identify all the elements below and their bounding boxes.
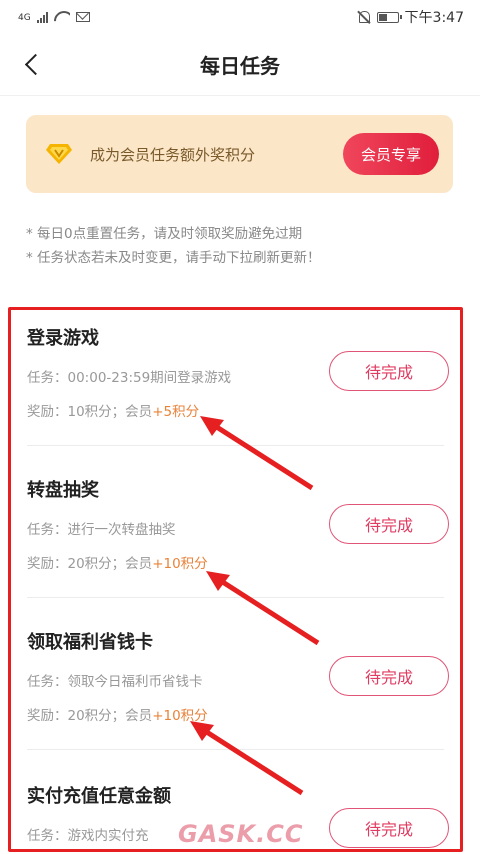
divider [27,445,444,446]
task-status-button[interactable]: 待完成 [329,808,449,848]
reward-bonus: +10积分 [152,708,208,724]
watermark: GASK.CC [178,820,304,848]
network-label: 4G [18,13,31,23]
nav-bar: 每日任务 [0,34,480,96]
task-title: 实付充值任意金额 [27,786,171,807]
battery-level [378,13,387,21]
reward-bonus: +10积分 [152,556,208,572]
note-line: * 任务状态若未及时变更，请手动下拉刷新更新！ [26,250,321,266]
task-item: 转盘抽奖 任务：进行一次转盘抽奖 奖励：20积分；会员+10积分 待完成 [27,476,449,572]
page-title: 每日任务 [200,54,280,78]
task-status-button[interactable]: 待完成 [329,504,449,544]
task-title: 转盘抽奖 [27,480,99,501]
wifi-icon [54,11,70,23]
divider [27,749,444,750]
vip-exclusive-button[interactable]: 会员专享 [343,133,439,175]
battery-icon [376,11,402,23]
divider [27,597,444,598]
vip-banner: 成为会员任务额外奖积分 会员专享 [26,115,453,193]
task-status-button[interactable]: 待完成 [329,656,449,696]
reward-bonus: +5积分 [152,404,200,420]
status-bar: 4G 下午3:47 [0,0,480,34]
note-line: * 每日0点重置任务，请及时领取奖励避免过期 [26,226,303,242]
reward-text: 奖励：10积分；会员 [27,404,153,420]
mute-icon [357,10,371,24]
reward-text: 奖励：20积分；会员 [27,556,153,572]
clock: 下午3:47 [404,10,464,26]
task-reward: 奖励：10积分；会员+5积分 [27,400,447,420]
task-item: 登录游戏 任务：00:00-23:59期间登录游戏 奖励：10积分；会员+5积分… [27,324,449,420]
reward-text: 奖励：20积分；会员 [27,708,153,724]
notes: * 每日0点重置任务，请及时领取奖励避免过期 * 任务状态若未及时变更，请手动下… [26,222,321,270]
task-reward: 奖励：20积分；会员+10积分 [27,552,447,572]
task-status-button[interactable]: 待完成 [329,351,449,391]
back-button[interactable] [22,52,46,76]
task-title: 领取福利省钱卡 [27,632,153,653]
task-list-highlight: 登录游戏 任务：00:00-23:59期间登录游戏 奖励：10积分；会员+5积分… [8,307,463,852]
signal-icon [36,11,48,23]
vip-diamond-icon [46,143,72,165]
status-right: 下午3:47 [357,7,464,27]
mail-icon [75,12,90,22]
task-reward: 奖励：20积分；会员+10积分 [27,704,447,724]
task-item: 领取福利省钱卡 任务：领取今日福利币省钱卡 奖励：20积分；会员+10积分 待完… [27,628,449,724]
vip-banner-text: 成为会员任务额外奖积分 [90,145,256,164]
task-title: 登录游戏 [27,328,99,349]
status-left: 4G [18,11,90,23]
